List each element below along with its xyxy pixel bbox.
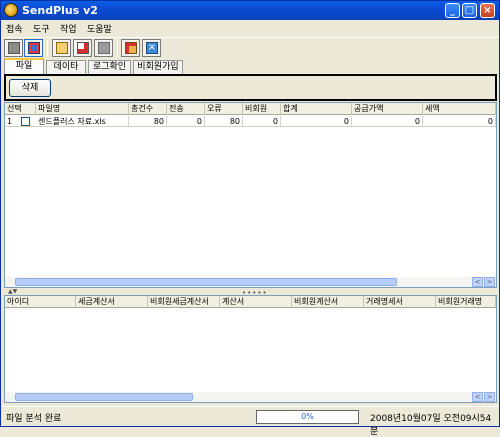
cell-tax[interactable]: 0 [423,116,496,127]
cell-sent[interactable]: 0 [167,116,205,127]
scroll-right-arrow-icon[interactable]: > [484,277,495,287]
monitor-off-icon [8,42,20,54]
scroll-thumb[interactable] [15,278,397,286]
cell-nonmember[interactable]: 0 [243,116,281,127]
title-bar[interactable]: SendPlus v2 _ □ × [1,1,499,20]
maximize-button[interactable]: □ [462,3,477,18]
status-datetime: 2008년10월07일 오전09시54분 [370,414,492,437]
col-tax-invoice[interactable]: 세금계산서 [76,296,148,308]
open-file-tool-button[interactable] [52,39,71,57]
cell-error[interactable]: 80 [205,116,243,127]
scroll-left-arrow-icon[interactable]: < [472,277,483,287]
toolbar-separator [47,40,48,57]
tab-data[interactable]: 데이타 [46,60,86,74]
progress-bar: 0% [256,410,359,424]
col-sum[interactable]: 합계 [281,103,352,115]
cell-supply[interactable]: 0 [352,116,423,127]
cell-filename[interactable]: 센드플러스 자료.xls [36,116,129,127]
col-nonmember-invoice[interactable]: 비회원계산서 [292,296,364,308]
progress-text: 0% [301,412,314,421]
collapse-arrow-icon[interactable]: ▲▼ [8,288,17,295]
stop-tool-button[interactable] [73,39,92,57]
toolbar: × [1,37,499,59]
file-grid-horizontal-scrollbar[interactable]: < > [5,277,496,287]
minimize-button[interactable]: _ [445,3,460,18]
monitor-icon [28,42,40,54]
summary-grid-header: 아이디 세금계산서 비회원세금계산서 계산서 비회원계산서 거래명세서 비회원거… [5,296,496,308]
user-card-icon [125,42,137,54]
close-box-icon: × [146,42,158,54]
scroll-thumb[interactable] [15,393,193,401]
app-logo-icon [4,3,18,17]
menu-tools[interactable]: 도구 [33,22,50,35]
file-grid-header: 선택 파일명 총건수 전송 오류 비회원 합계 공급가액 세액 [5,103,496,115]
status-bar: 파일 분석 완료 0% 2008년10월07일 오전09시54분 [1,406,499,437]
document-disabled-icon [98,42,110,54]
connect-tool-button[interactable] [24,39,43,57]
action-panel: 삭제 [4,74,497,101]
menu-task[interactable]: 작업 [60,22,77,35]
tab-nonmember-signup[interactable]: 비회원가입 [133,60,183,74]
tab-file[interactable]: 파일 [4,58,44,74]
col-supply[interactable]: 공급가액 [352,103,423,115]
document-stop-icon [77,42,89,54]
disabled-tool-button[interactable] [94,39,113,57]
col-nonmember[interactable]: 비회원 [243,103,281,115]
toolbar-separator [117,40,118,57]
menu-connect[interactable]: 접속 [6,22,23,35]
col-transaction-statement[interactable]: 거래명세서 [364,296,436,308]
register-tool-button[interactable] [121,39,140,57]
col-tax[interactable]: 세액 [423,103,496,115]
col-nonmember-transaction[interactable]: 비회원거래명 [436,296,496,308]
col-filename[interactable]: 파일명 [36,103,129,115]
cell-sum[interactable]: 0 [281,116,352,127]
window-title: SendPlus v2 [22,4,98,17]
menu-help[interactable]: 도움말 [87,22,112,35]
col-select[interactable]: 선택 [5,103,36,115]
row-select-checkbox[interactable] [21,117,30,126]
menu-bar: 접속 도구 작업 도움말 [1,20,499,36]
scroll-right-arrow-icon[interactable]: > [484,392,495,402]
exit-tool-button[interactable]: × [142,39,161,57]
app-window: SendPlus v2 _ □ × 접속 도구 작업 도움말 × 파일 데이타 … [0,0,500,437]
table-row[interactable]: 1 센드플러스 자료.xls 80 0 80 0 0 0 0 [5,116,496,127]
disconnect-tool-button[interactable] [4,39,23,57]
delete-button[interactable]: 삭제 [9,79,51,97]
col-invoice[interactable]: 계산서 [220,296,292,308]
file-grid: 선택 파일명 총건수 전송 오류 비회원 합계 공급가액 세액 1 센드플러스 … [4,102,497,288]
tab-log[interactable]: 로그확인 [88,60,131,74]
cell-total[interactable]: 80 [129,116,167,127]
summary-grid-horizontal-scrollbar[interactable]: < > [5,392,496,402]
folder-lock-icon [56,42,68,54]
close-button[interactable]: × [480,3,495,18]
status-message: 파일 분석 완료 [6,414,62,424]
col-sent[interactable]: 전송 [167,103,205,115]
scroll-left-arrow-icon[interactable]: < [472,392,483,402]
col-id[interactable]: 아이디 [5,296,76,308]
col-nonmember-tax-invoice[interactable]: 비회원세금계산서 [148,296,220,308]
col-total[interactable]: 총건수 [129,103,167,115]
col-error[interactable]: 오류 [205,103,243,115]
summary-grid: 아이디 세금계산서 비회원세금계산서 계산서 비회원계산서 거래명세서 비회원거… [4,295,497,403]
